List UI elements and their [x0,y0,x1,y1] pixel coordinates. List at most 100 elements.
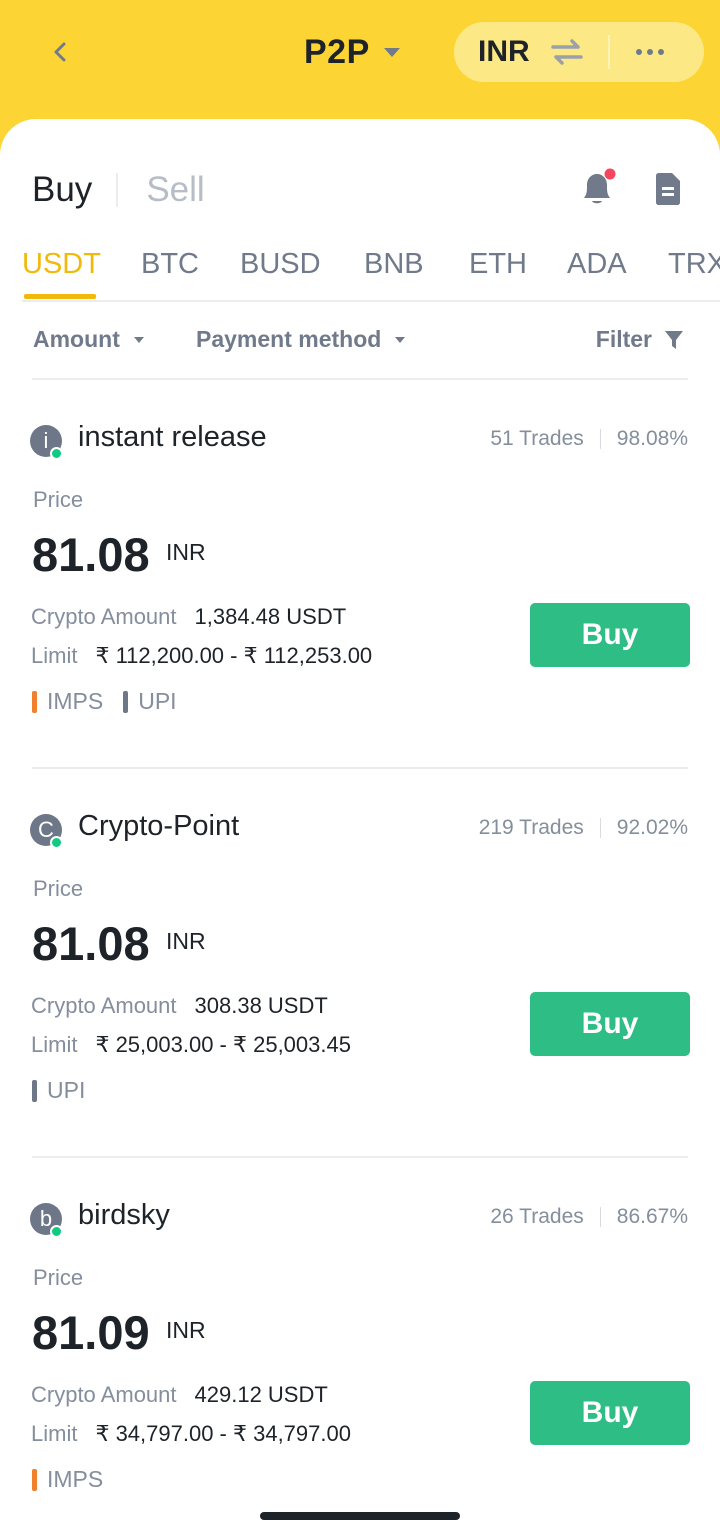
more-dots-icon[interactable] [635,49,664,55]
amount-filter-label: Amount [33,326,120,352]
stats-divider [599,818,601,838]
limit-row: Limit ₹ 25,003.00 - ₹ 25,003.45 [31,1032,351,1058]
price-value: 81.08 [32,917,150,970]
merchant-name[interactable]: instant release [78,421,267,454]
buy-button[interactable]: Buy [530,992,690,1056]
currency-pill: INR [454,22,704,82]
tab-trx[interactable]: TRX [668,248,720,281]
method-color-bar [32,690,37,713]
payment-method-name: UPI [47,1077,86,1103]
limit-label: Limit [31,1032,78,1057]
method-color-bar [32,1468,37,1491]
orders-icon[interactable] [654,172,682,206]
tab-sell[interactable]: Sell [146,170,204,210]
method-color-bar [123,690,129,713]
merchant-name[interactable]: Crypto-Point [78,810,239,843]
trade-count: 51 Trades [490,427,584,450]
limit-label: Limit [31,1421,78,1446]
divider [32,1156,688,1158]
payment-methods: IMPS UPI [32,688,177,715]
price-currency: INR [166,928,206,954]
tab-busd[interactable]: BUSD [240,248,321,281]
payment-method-tag: UPI [32,1077,85,1104]
limit-label: Limit [31,643,78,668]
payment-method-name: IMPS [47,1466,104,1492]
active-tab-indicator [24,294,96,299]
trade-count: 26 Trades [490,1205,584,1228]
merchant-stats: 219 Trades 92.02% [479,816,688,840]
market-selector[interactable]: P2P [304,30,400,74]
back-button[interactable] [40,32,80,72]
page-title: P2P [304,32,370,71]
crypto-amount-label: Crypto Amount [31,604,177,629]
crypto-amount-row: Crypto Amount 1,384.48 USDT [31,604,346,630]
limit-value: ₹ 25,003.00 - ₹ 25,003.45 [95,1032,351,1057]
payment-method-tag: IMPS [32,1466,103,1493]
completion-rate: 92.02% [616,816,688,839]
online-status-dot [50,836,63,849]
crypto-amount-value: 308.38 USDT [194,993,328,1018]
crypto-amount-label: Crypto Amount [31,993,177,1018]
stats-divider [599,1207,601,1227]
tab-btc[interactable]: BTC [141,248,199,281]
top-bar: P2P INR [0,0,720,120]
tab-eth[interactable]: ETH [469,248,527,281]
crypto-amount-value: 1,384.48 USDT [194,604,347,629]
price-value: 81.09 [32,1306,150,1359]
swap-arrows-icon[interactable] [550,37,584,67]
filter-label: Filter [595,326,652,352]
caret-down-icon [133,336,144,343]
tab-buy[interactable]: Buy [32,170,92,210]
price-label: Price [33,1265,84,1290]
funnel-icon [665,330,683,349]
caret-down-icon [383,47,400,57]
coin-tabs: USDT BTC BUSD BNB ETH ADA TRX [22,240,720,302]
tab-bnb[interactable]: BNB [364,248,424,281]
completion-rate: 98.08% [616,427,688,450]
price-value: 81.08 [32,528,150,581]
merchant-name[interactable]: birdsky [78,1199,170,1232]
payment-method-name: UPI [138,688,177,714]
pill-divider [607,35,610,69]
trade-side-tabs: Buy Sell [32,168,205,212]
crypto-amount-row: Crypto Amount 308.38 USDT [31,993,328,1019]
price-label: Price [33,876,84,901]
completion-rate: 86.67% [616,1205,688,1228]
payment-methods: UPI [32,1077,85,1104]
limit-row: Limit ₹ 34,797.00 - ₹ 34,797.00 [31,1421,351,1447]
limit-row: Limit ₹ 112,200.00 - ₹ 112,253.00 [31,643,372,669]
tab-usdt[interactable]: USDT [22,248,101,281]
filter-bar: Amount Payment method Filter [32,318,688,364]
divider [32,767,688,769]
tab-ada[interactable]: ADA [567,248,627,281]
divider [32,378,688,380]
payment-method-filter-label: Payment method [196,326,382,352]
price-currency: INR [166,1317,206,1343]
method-color-bar [32,1079,37,1102]
tab-divider [116,173,119,207]
back-arrow-icon [54,42,66,62]
buy-button[interactable]: Buy [530,603,690,667]
limit-value: ₹ 112,200.00 - ₹ 112,253.00 [95,643,373,668]
payment-method-tag: UPI [123,688,177,715]
limit-value: ₹ 34,797.00 - ₹ 34,797.00 [95,1421,351,1446]
buy-button[interactable]: Buy [530,1381,690,1445]
stats-divider [599,429,601,449]
caret-down-icon [395,336,406,343]
offer-card: C Crypto-Point 219 Trades 92.02% Price 8… [0,794,720,1154]
bell-icon[interactable] [578,168,618,208]
filter-button[interactable]: Filter [596,326,684,353]
price-currency: INR [166,539,206,565]
online-status-dot [50,1225,63,1238]
price-label: Price [33,487,84,512]
amount-filter[interactable]: Amount [33,326,144,353]
offer-card: i instant release 51 Trades 98.08% Price… [0,405,720,765]
fiat-currency-button[interactable]: INR [478,35,530,69]
home-indicator[interactable] [260,1512,460,1520]
payment-method-filter[interactable]: Payment method [196,326,406,353]
merchant-stats: 51 Trades 98.08% [490,427,688,451]
crypto-amount-label: Crypto Amount [31,1382,177,1407]
online-status-dot [50,447,63,460]
crypto-amount-row: Crypto Amount 429.12 USDT [31,1382,328,1408]
trade-count: 219 Trades [478,816,584,839]
